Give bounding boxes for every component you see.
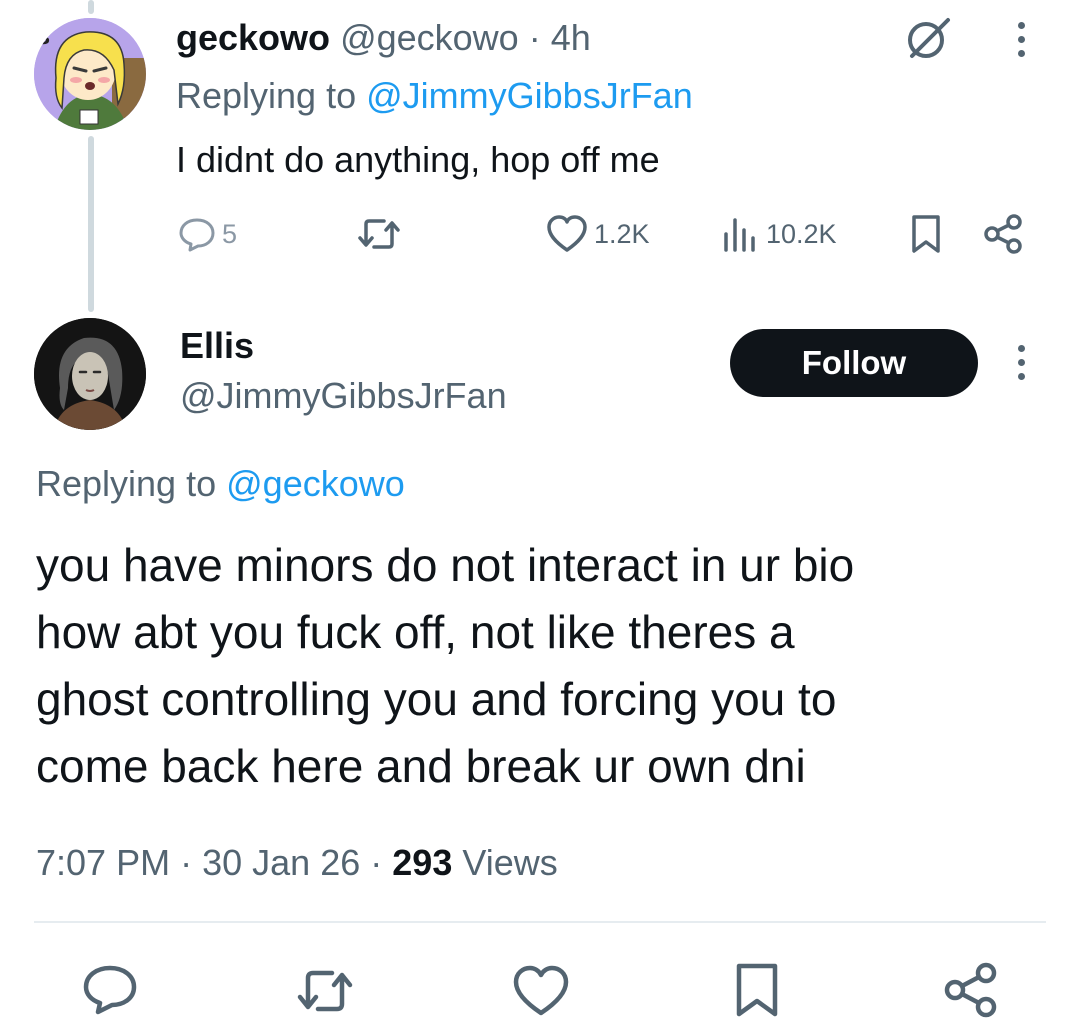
replying-to-link[interactable]: @JimmyGibbsJrFan: [366, 75, 693, 116]
retweet-icon: [297, 970, 353, 1012]
share-icon: [984, 214, 1022, 254]
handle[interactable]: @geckowo: [340, 17, 519, 58]
replying-prefix: Replying to: [176, 75, 357, 116]
separator: ·: [180, 842, 193, 883]
thread-line: [88, 136, 94, 312]
retweet-button[interactable]: [294, 964, 356, 1018]
share-icon: [944, 962, 997, 1018]
share-button[interactable]: [942, 962, 1000, 1018]
views-chart-icon: [724, 218, 755, 252]
reply-icon: [179, 218, 215, 252]
tweet-text: you have minors do not interact in ur bi…: [36, 532, 1046, 800]
avatar-ellis-illustration: [34, 318, 146, 430]
more-icon[interactable]: [1018, 345, 1028, 387]
replying-to: Replying to @geckowo: [36, 462, 405, 506]
views-count: 10.2K: [766, 218, 837, 249]
separator: ·: [370, 842, 383, 883]
tweet-time[interactable]: 7:07 PM: [36, 842, 170, 883]
handle[interactable]: @JimmyGibbsJrFan: [180, 374, 507, 418]
reply-text: I didnt do anything, hop off me: [176, 139, 660, 180]
tweet-text-line: come back here and break ur own dni: [36, 740, 806, 792]
avatar-geckowo-illustration: 3: [34, 18, 146, 130]
tweet-text-line: you have minors do not interact in ur bi…: [36, 539, 855, 591]
grok-icon[interactable]: [902, 12, 954, 69]
like-button[interactable]: [512, 964, 570, 1018]
avatar-ellis[interactable]: [34, 318, 146, 430]
heart-icon: [513, 965, 569, 1016]
reply-button[interactable]: 5: [178, 216, 237, 252]
follow-button[interactable]: Follow: [730, 329, 978, 397]
tweet-text-line: ghost controlling you and forcing you to: [36, 673, 837, 725]
views-count[interactable]: 293: [392, 842, 452, 883]
timestamp[interactable]: 4h: [551, 17, 591, 58]
share-button[interactable]: [982, 214, 1024, 254]
more-icon[interactable]: [1018, 22, 1028, 64]
replying-to-link[interactable]: @geckowo: [226, 463, 405, 504]
reply-count: 5: [222, 218, 238, 249]
reply-header: geckowo @geckowo · 4h: [176, 16, 591, 60]
tweet-date[interactable]: 30 Jan 26: [202, 842, 360, 883]
bookmark-icon: [736, 963, 778, 1017]
avatar-geckowo[interactable]: 3: [34, 18, 146, 130]
thread-line-top: [88, 0, 94, 14]
heart-icon: [547, 215, 587, 252]
bookmark-button[interactable]: [734, 962, 780, 1018]
retweet-button[interactable]: [356, 214, 402, 254]
display-name[interactable]: Ellis: [180, 324, 254, 368]
tweet-meta: 7:07 PM · 30 Jan 26 · 293 Views: [36, 840, 558, 886]
bookmark-button[interactable]: [910, 214, 942, 254]
like-button[interactable]: 1.2K: [546, 214, 650, 254]
replying-prefix: Replying to: [36, 463, 217, 504]
display-name[interactable]: geckowo: [176, 17, 330, 58]
views-button[interactable]: 10.2K: [722, 214, 837, 254]
replying-to: Replying to @JimmyGibbsJrFan: [176, 74, 693, 118]
reply-button[interactable]: [82, 964, 138, 1016]
reply-icon: [83, 965, 137, 1015]
separator: ·: [528, 17, 541, 58]
views-label[interactable]: Views: [462, 842, 557, 883]
retweet-icon: [358, 219, 400, 249]
like-count: 1.2K: [594, 218, 650, 249]
svg-text:3: 3: [38, 28, 51, 49]
bookmark-icon: [912, 215, 940, 253]
divider: [34, 921, 1046, 923]
tweet-text-line: how abt you fuck off, not like theres a: [36, 606, 795, 658]
